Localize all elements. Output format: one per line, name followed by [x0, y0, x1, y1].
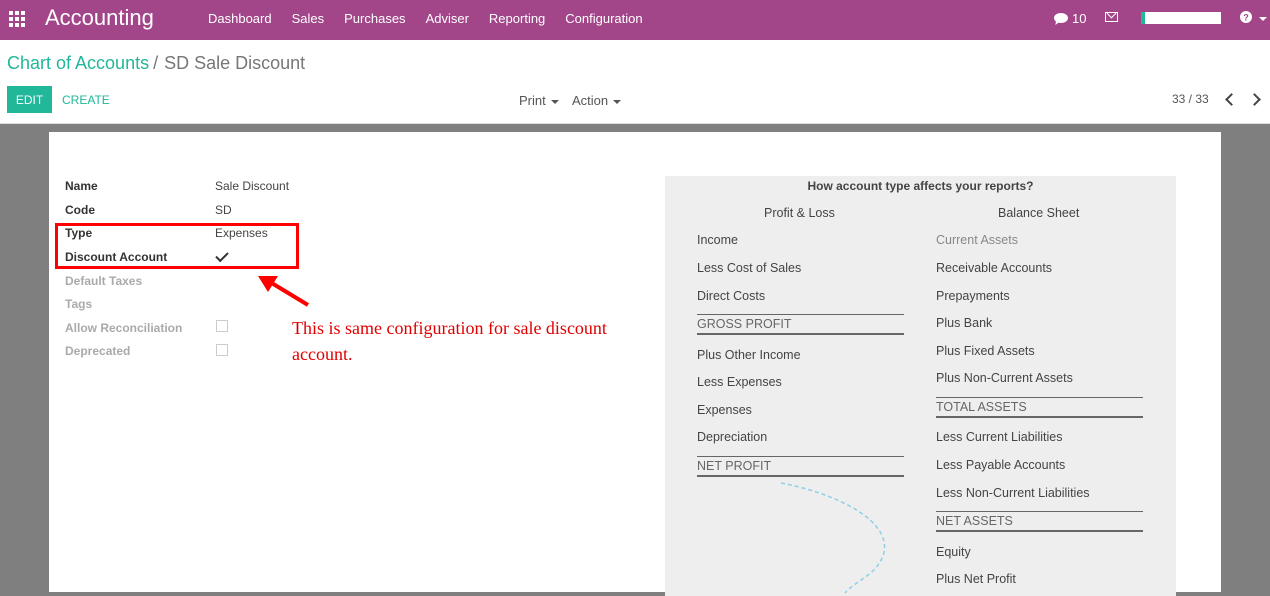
bs-current-liabilities: Less Current Liabilities — [936, 430, 1063, 444]
deprecated-label: Deprecated — [65, 344, 131, 358]
bs-net-assets: NET ASSETS — [936, 511, 1143, 532]
control-panel: Chart of Accounts / SD Sale Discount EDIT … — [0, 40, 1270, 124]
bs-fixed-assets: Plus Fixed Assets — [936, 344, 1035, 358]
chat-bubble-icon — [1054, 12, 1068, 25]
pl-other-income: Plus Other Income — [697, 348, 801, 362]
bs-noncurrent-assets: Plus Non-Current Assets — [936, 371, 1073, 385]
bs-current-assets: Current Assets — [936, 233, 1018, 247]
bs-total-assets: TOTAL ASSETS — [936, 397, 1143, 418]
annotation-highlight-box — [55, 223, 299, 269]
menu-purchases[interactable]: Purchases — [344, 11, 405, 26]
top-navbar: Accounting Dashboard Sales Purchases Adv… — [0, 0, 1270, 40]
breadcrumb: Chart of Accounts / SD Sale Discount — [7, 53, 305, 74]
action-dropdown[interactable]: Action — [572, 93, 622, 108]
pager-next-icon[interactable] — [1248, 93, 1261, 106]
print-dropdown[interactable]: Print — [519, 93, 559, 108]
pl-depreciation: Depreciation — [697, 430, 768, 444]
bs-equity: Equity — [936, 545, 971, 559]
pl-direct-costs: Direct Costs — [697, 289, 766, 303]
bs-receivable: Receivable Accounts — [936, 261, 1053, 275]
code-value: SD — [215, 203, 232, 217]
pl-income: Income — [697, 233, 738, 247]
annotation-text: This is same configuration for sale disc… — [292, 318, 607, 364]
allow-reconciliation-checkbox — [216, 320, 228, 332]
menu-reporting[interactable]: Reporting — [489, 11, 545, 26]
bs-prepayments: Prepayments — [936, 289, 1010, 303]
user-menu[interactable] — [1141, 12, 1221, 24]
edit-button[interactable]: EDIT — [7, 86, 52, 113]
pager-value[interactable]: 33 / 33 — [1172, 92, 1209, 106]
code-label: Code — [65, 203, 95, 217]
chat-count: 10 — [1072, 11, 1087, 26]
allow-reconciliation-label: Allow Reconciliation — [65, 321, 183, 335]
menu-adviser[interactable]: Adviser — [426, 11, 469, 26]
menu-sales[interactable]: Sales — [292, 11, 325, 26]
flow-connector — [780, 482, 886, 594]
annotation-arrow-icon — [258, 276, 310, 307]
bs-noncurrent-liabilities: Less Non-Current Liabilities — [936, 486, 1090, 500]
menu-configuration[interactable]: Configuration — [565, 11, 642, 26]
help-menu[interactable]: ? — [1240, 10, 1267, 25]
pl-less-expenses: Less Expenses — [697, 375, 782, 389]
help-title: How account type affects your reports? — [807, 179, 1034, 193]
pl-expenses: Expenses — [697, 403, 752, 417]
menu-dashboard[interactable]: Dashboard — [208, 11, 272, 26]
account-type-help-panel: How account type affects your reports? P… — [665, 176, 1176, 596]
profit-loss-heading: Profit & Loss — [764, 206, 835, 220]
app-title[interactable]: Accounting — [45, 5, 154, 31]
deprecated-checkbox — [216, 344, 228, 356]
tags-label: Tags — [65, 297, 93, 311]
name-label: Name — [65, 179, 98, 193]
create-button[interactable]: CREATE — [62, 93, 110, 107]
pager-previous-icon[interactable] — [1225, 93, 1238, 106]
action-caret-icon — [613, 99, 622, 104]
chat-button[interactable]: 10 — [1054, 11, 1086, 26]
breadcrumb-current: SD Sale Discount — [164, 53, 306, 73]
help-icon: ? — [1240, 11, 1252, 23]
default-taxes-label: Default Taxes — [65, 274, 143, 288]
pl-net-profit: NET PROFIT — [697, 456, 904, 477]
help-caret-icon — [1258, 16, 1267, 21]
bs-plus-net-profit: Plus Net Profit — [936, 572, 1016, 586]
bs-payable: Less Payable Accounts — [936, 458, 1066, 472]
print-caret-icon — [550, 99, 559, 104]
name-value: Sale Discount — [215, 179, 290, 193]
breadcrumb-parent[interactable]: Chart of Accounts — [7, 53, 149, 73]
svg-text:?: ? — [1243, 13, 1249, 23]
form-sheet: Name Sale Discount Code SD Type Expenses… — [49, 132, 1221, 596]
pl-gross-profit: GROSS PROFIT — [697, 314, 904, 335]
action-label: Action — [572, 93, 609, 108]
apps-grid-icon[interactable] — [9, 11, 25, 27]
print-label: Print — [519, 93, 546, 108]
pl-cost-of-sales: Less Cost of Sales — [697, 261, 802, 275]
balance-sheet-heading: Balance Sheet — [998, 206, 1080, 220]
main-menu: Dashboard Sales Purchases Adviser Report… — [208, 11, 643, 26]
bs-bank: Plus Bank — [936, 316, 993, 330]
mail-icon[interactable] — [1105, 12, 1118, 22]
breadcrumb-separator: / — [153, 53, 159, 73]
